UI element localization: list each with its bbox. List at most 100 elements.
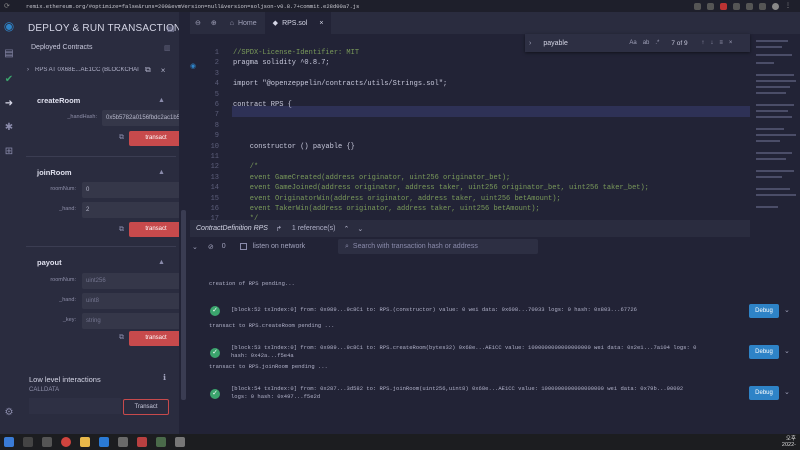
tab-home[interactable]: ⌂ Home <box>222 12 265 34</box>
debug-button[interactable]: Debug <box>749 304 779 318</box>
address-bar[interactable]: remix.ethereum.org/#optimize=false&runs=… <box>26 3 566 10</box>
chevron-up-icon[interactable]: ▲ <box>158 97 165 104</box>
chevron-up-icon[interactable]: ▲ <box>158 259 165 266</box>
listen-checkbox[interactable] <box>239 243 247 250</box>
joinroom-transact-button[interactable]: transact <box>129 222 179 237</box>
createroom-transact-button[interactable]: transact <box>129 131 179 146</box>
file-explorer-icon[interactable]: ▤ <box>3 48 15 60</box>
code-line[interactable]: import "@openzeppelin/contracts/utils/St… <box>233 80 447 88</box>
reload-icon[interactable]: ⟳ <box>4 2 24 10</box>
close-icon[interactable]: × <box>319 20 323 27</box>
copy-icon[interactable]: ⧉ <box>119 334 124 342</box>
extension-icon[interactable] <box>733 2 740 10</box>
chevron-down-icon[interactable]: ⌄ <box>357 225 363 233</box>
vscode-icon[interactable] <box>99 437 109 447</box>
info-icon[interactable]: ℹ <box>163 373 166 382</box>
chevron-up-icon[interactable]: ▲ <box>158 169 165 176</box>
minimap[interactable] <box>750 34 800 220</box>
chevron-down-icon[interactable]: ⌄ <box>784 347 790 355</box>
search-icon[interactable] <box>23 437 33 447</box>
settings-icon[interactable]: ⚙ <box>3 407 15 419</box>
chrome-icon[interactable] <box>61 437 71 447</box>
zoom-out-icon[interactable]: ⊖ <box>190 12 206 34</box>
tx-summary-cont[interactable]: logs: 0 hash: 0x497...f5e2d <box>231 393 320 402</box>
chevron-right-icon[interactable]: › <box>529 40 531 47</box>
tab-rps-sol[interactable]: ◆ RPS.sol × <box>264 12 332 34</box>
line-number: 15 <box>210 194 219 203</box>
clear-instances-icon[interactable]: ▥ <box>164 44 171 52</box>
copy-icon[interactable]: ⧉ <box>119 226 124 234</box>
whole-word-toggle[interactable]: ab <box>643 40 650 46</box>
contract-instance-header[interactable]: › RPS AT 0X68E...AE1CC (BLOCKCHAI ⧉ × <box>27 64 179 76</box>
clear-console-icon[interactable]: ⊘ <box>208 243 214 251</box>
low-level-transact-button[interactable]: Transact <box>123 399 169 415</box>
extension-icon[interactable] <box>746 2 753 10</box>
extension-icon[interactable] <box>720 2 727 10</box>
panel-scrollbar[interactable] <box>181 210 186 400</box>
code-line[interactable]: //SPDX-License-Identifier: MIT <box>233 49 359 57</box>
code-line[interactable]: constructor () payable {} <box>233 143 355 151</box>
menu-icon[interactable]: ⋮ <box>785 3 792 10</box>
payout-transact-button[interactable]: transact <box>129 331 179 346</box>
code-editor[interactable]: ◉ 1//SPDX-License-Identifier: MIT 2 pragma… <box>190 34 750 220</box>
extension-icon[interactable] <box>694 2 701 10</box>
payout-roomnum-input[interactable]: uint256 <box>82 273 179 289</box>
find-input[interactable]: payable <box>543 40 623 47</box>
debug-button[interactable]: Debug <box>749 345 779 359</box>
arrow-up-icon[interactable]: ↑ <box>701 40 704 46</box>
tx-summary-cont[interactable]: hash: 0x42a...f5e4a <box>231 352 294 361</box>
zoom-in-icon[interactable]: ⊕ <box>206 12 222 34</box>
debug-button[interactable]: Debug <box>749 386 779 400</box>
chevron-down-icon[interactable]: › <box>27 67 29 73</box>
chevron-up-icon[interactable]: ⌃ <box>343 225 349 233</box>
match-case-toggle[interactable]: Aa <box>629 40 636 46</box>
definition-label: ContractDefinition RPS <box>196 225 268 232</box>
arrow-down-icon[interactable]: ↓ <box>710 40 713 46</box>
hand-input[interactable]: 2 <box>82 202 179 218</box>
extension-icon[interactable] <box>759 2 766 10</box>
search-icon: ⌕ <box>345 243 349 250</box>
app-icon[interactable] <box>137 437 147 447</box>
handhash-input[interactable]: 0x5b5782a0156fbdc2ac1b52 <box>102 110 179 126</box>
code-line[interactable]: contract RPS { <box>233 101 292 109</box>
tx-summary[interactable]: [block:53 txIndex:0] from: 0x989...9c8C1… <box>231 344 696 353</box>
regex-toggle[interactable]: .* <box>655 40 659 46</box>
app-icon[interactable] <box>175 437 185 447</box>
copy-icon[interactable]: ⧉ <box>119 134 124 142</box>
compiler-icon[interactable]: ✔ <box>3 74 15 86</box>
panel-menu-icon[interactable]: ▤ <box>167 24 175 33</box>
chevron-down-icon[interactable]: ⌄ <box>784 388 790 396</box>
log-line: creation of RPS pending... <box>209 280 295 287</box>
terminal-search-input[interactable]: ⌕ Search with transaction hash or address <box>338 239 538 254</box>
goto-definition-icon[interactable]: ↱ <box>276 225 282 233</box>
profile-icon[interactable] <box>772 2 779 10</box>
remix-logo-icon[interactable]: ◉ <box>3 20 15 32</box>
chevron-down-icon[interactable]: ⌄ <box>784 306 790 314</box>
close-icon[interactable]: × <box>729 40 733 46</box>
plugin-icon[interactable]: ⊞ <box>3 146 15 158</box>
code-line[interactable]: /* <box>233 163 258 171</box>
code-line[interactable]: event OriginatorWin(address originator, … <box>233 195 561 203</box>
start-icon[interactable] <box>4 437 14 447</box>
code-line[interactable]: event GameJoined(address originator, add… <box>233 184 649 192</box>
tx-summary[interactable]: [block:52 txIndex:0] from: 0x989...9c8C1… <box>231 306 637 315</box>
extension-icon[interactable] <box>707 2 714 10</box>
system-clock[interactable]: 오후 2022- <box>782 436 796 448</box>
payout-hand-input[interactable]: uint8 <box>82 293 179 309</box>
copy-icon[interactable]: ⧉ <box>145 65 151 75</box>
roomnum-input[interactable]: 0 <box>82 182 179 198</box>
code-line[interactable]: event GameCreated(address originator, ui… <box>233 174 510 182</box>
code-line[interactable]: pragma solidity ^0.8.7; <box>233 59 330 67</box>
close-icon[interactable]: × <box>161 66 166 75</box>
debugger-icon[interactable]: ✱ <box>3 122 15 134</box>
find-selection-icon[interactable]: ≡ <box>719 40 723 46</box>
file-explorer-icon[interactable] <box>80 437 90 447</box>
app-icon[interactable] <box>118 437 128 447</box>
payout-key-input[interactable]: string <box>82 313 179 329</box>
collapse-terminal-icon[interactable]: ⌄ <box>192 243 198 251</box>
deploy-run-icon[interactable]: ➜ <box>3 98 15 110</box>
taskview-icon[interactable] <box>42 437 52 447</box>
calldata-input[interactable] <box>29 398 121 414</box>
app-icon[interactable] <box>156 437 166 447</box>
code-line[interactable]: event TakerWin(address originator, addre… <box>233 205 540 213</box>
